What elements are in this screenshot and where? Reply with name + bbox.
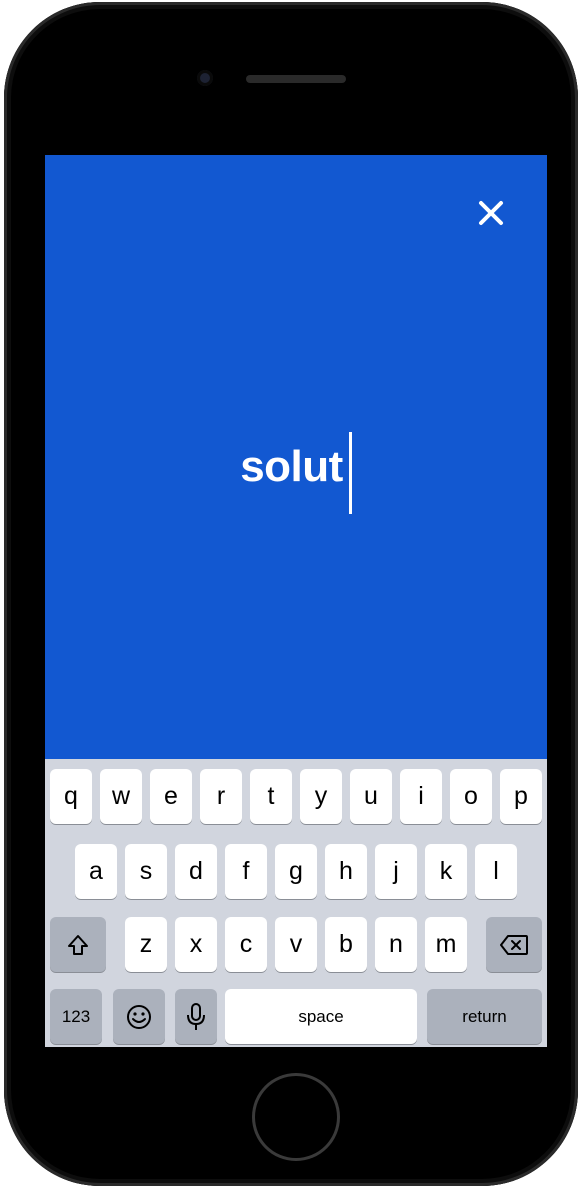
- shift-key[interactable]: [50, 917, 106, 972]
- key-w[interactable]: w: [100, 769, 142, 824]
- delete-key[interactable]: [486, 917, 542, 972]
- key-f[interactable]: f: [225, 844, 267, 899]
- microphone-icon: [187, 1002, 205, 1030]
- key-t[interactable]: t: [250, 769, 292, 824]
- key-z[interactable]: z: [125, 917, 167, 972]
- key-r[interactable]: r: [200, 769, 242, 824]
- close-icon: [479, 201, 503, 225]
- return-key[interactable]: return: [427, 989, 542, 1044]
- key-p[interactable]: p: [500, 769, 542, 824]
- text-entry-field[interactable]: solut: [45, 432, 547, 514]
- key-o[interactable]: o: [450, 769, 492, 824]
- space-key[interactable]: space: [225, 989, 417, 1044]
- key-d[interactable]: d: [175, 844, 217, 899]
- typed-text: solut: [240, 442, 343, 491]
- key-u[interactable]: u: [350, 769, 392, 824]
- key-h[interactable]: h: [325, 844, 367, 899]
- keyboard: q w e r t y u i o p a s d f g h j k l z …: [45, 759, 547, 1047]
- key-g[interactable]: g: [275, 844, 317, 899]
- numbers-key[interactable]: 123: [50, 989, 102, 1044]
- shift-icon: [68, 934, 88, 955]
- close-button[interactable]: [473, 195, 509, 231]
- key-n[interactable]: n: [375, 917, 417, 972]
- key-l[interactable]: l: [475, 844, 517, 899]
- earpiece-speaker: [246, 75, 346, 83]
- key-j[interactable]: j: [375, 844, 417, 899]
- text-cursor: [348, 432, 352, 514]
- key-c[interactable]: c: [225, 917, 267, 972]
- key-b[interactable]: b: [325, 917, 367, 972]
- emoji-key[interactable]: [113, 989, 165, 1044]
- key-k[interactable]: k: [425, 844, 467, 899]
- delete-icon: [500, 934, 528, 955]
- key-x[interactable]: x: [175, 917, 217, 972]
- key-m[interactable]: m: [425, 917, 467, 972]
- key-i[interactable]: i: [400, 769, 442, 824]
- key-q[interactable]: q: [50, 769, 92, 824]
- emoji-icon: [127, 1004, 151, 1029]
- key-s[interactable]: s: [125, 844, 167, 899]
- key-y[interactable]: y: [300, 769, 342, 824]
- microphone-key[interactable]: [175, 989, 217, 1044]
- home-button[interactable]: [252, 1073, 340, 1161]
- key-e[interactable]: e: [150, 769, 192, 824]
- key-v[interactable]: v: [275, 917, 317, 972]
- key-a[interactable]: a: [75, 844, 117, 899]
- app-screen: solut q w e r t y u i o p a s d f g h j …: [45, 155, 547, 1047]
- front-camera: [197, 70, 213, 86]
- phone-frame: solut q w e r t y u i o p a s d f g h j …: [4, 2, 578, 1186]
